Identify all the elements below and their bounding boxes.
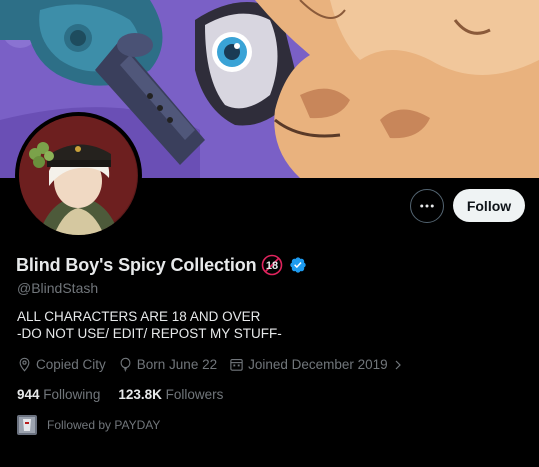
verified-badge-icon[interactable] xyxy=(289,256,307,274)
more-options-button[interactable] xyxy=(410,189,444,223)
location-pin-icon xyxy=(19,357,30,372)
profile-avatar[interactable] xyxy=(15,112,142,239)
profile-name-row: Blind Boy's Spicy Collection 18 xyxy=(16,253,307,277)
birthday-item: Born June 22 xyxy=(118,357,217,372)
more-horizontal-icon xyxy=(420,204,434,208)
age-badge-text: 18 xyxy=(265,260,277,272)
profile-handle: @BlindStash xyxy=(17,280,99,296)
following-count: 944 xyxy=(17,387,40,402)
location-text: Copied City xyxy=(36,357,106,372)
age-18-badge-icon: 18 xyxy=(261,254,282,276)
followed-by-row[interactable]: Followed by PAYDAY xyxy=(17,415,160,435)
following-link[interactable]: 944 Following xyxy=(17,387,100,402)
followers-label: Followers xyxy=(165,387,224,402)
location-item: Copied City xyxy=(17,357,106,372)
chevron-right-icon xyxy=(395,360,401,369)
profile-stats: 944 Following 123.8K Followers xyxy=(17,387,223,402)
birthday-text: Born June 22 xyxy=(136,357,218,372)
bio-line: -DO NOT USE/ EDIT/ REPOST MY STUFF- xyxy=(17,326,282,341)
profile-bio: ALL CHARACTERS ARE 18 AND OVER -DO NOT U… xyxy=(17,308,282,342)
joined-item[interactable]: Joined December 2019 xyxy=(229,357,404,372)
followers-link[interactable]: 123.8K Followers xyxy=(118,387,223,402)
profile-meta: Copied City Born June 22 Joined December… xyxy=(17,357,404,372)
balloon-icon xyxy=(120,357,131,372)
follow-button[interactable]: Follow xyxy=(453,189,525,222)
follower-avatar xyxy=(17,415,37,435)
calendar-icon xyxy=(230,358,243,371)
display-name: Blind Boy's Spicy Collection xyxy=(16,254,257,275)
bio-line: ALL CHARACTERS ARE 18 AND OVER xyxy=(17,309,261,324)
joined-text: Joined December 2019 xyxy=(248,357,388,372)
followers-count: 123.8K xyxy=(118,387,162,402)
following-label: Following xyxy=(43,387,101,402)
followed-by-text: Followed by PAYDAY xyxy=(47,418,161,432)
